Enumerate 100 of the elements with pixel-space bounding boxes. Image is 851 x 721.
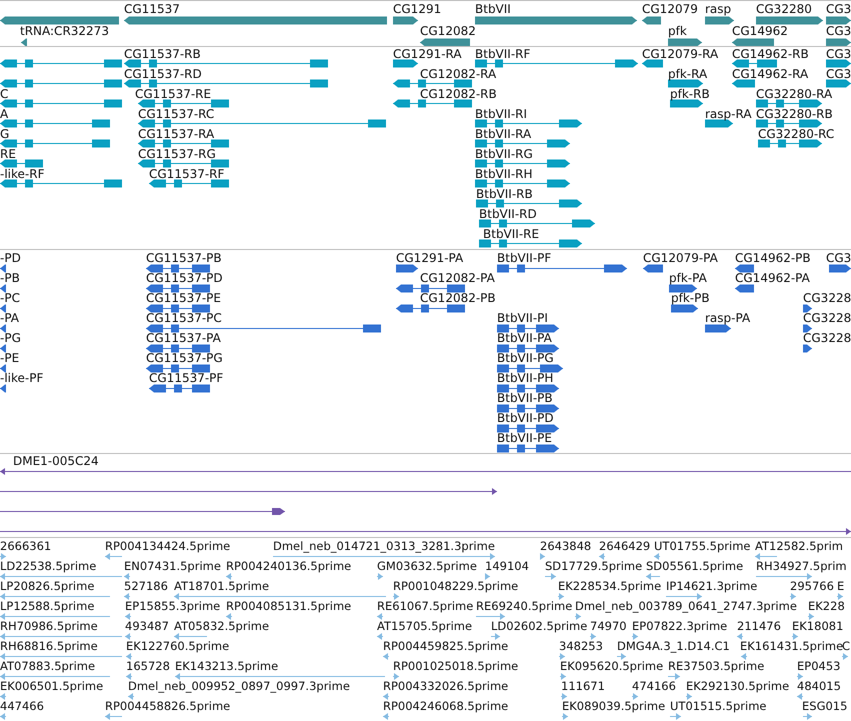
feature-label: tRNA:CR32273 <box>20 24 109 38</box>
feature-label: RE69240.5prime <box>476 599 572 613</box>
feature-label: -PG <box>0 331 21 345</box>
feature-label: CG3 <box>826 47 851 61</box>
feature-label: LP12588.5prime <box>0 599 94 613</box>
feature-label: BtbVII-RH <box>475 167 533 181</box>
feature-label: RE <box>0 147 16 161</box>
feature-label: CG11537-RB <box>124 47 201 61</box>
feature-label: EK292130.5prime <box>686 679 790 693</box>
feature-label: Dmel_neb_014721_0313_3281.3prime <box>273 539 495 553</box>
feature-label: pfk-PB <box>671 291 710 305</box>
feature-label: CG11537-PD <box>146 271 223 285</box>
feature-label: -like-PF <box>0 371 44 385</box>
feature-label: -PA <box>0 311 20 325</box>
feature-label: 211476 <box>737 619 781 633</box>
feature-label: BtbVII-PF <box>497 251 552 265</box>
feature-label: AT12582.5prim <box>755 539 843 553</box>
feature-label: CG3228 <box>803 331 851 345</box>
feature-label: RP004332026.5prime <box>383 679 508 693</box>
feature-label: RE61067.5prime <box>377 599 474 613</box>
feature-label: CG3 <box>826 2 851 16</box>
feature-label: CG14962-PA <box>735 271 810 285</box>
feature-label: CG14962 <box>732 24 788 38</box>
feature-label: EK122760.5prime <box>126 639 230 653</box>
feature-label: DME1-005C24 <box>13 454 99 468</box>
feature-label: EK228534.5prime <box>558 579 662 593</box>
feature-label: 2666361 <box>0 539 52 553</box>
feature-label: 348253 <box>559 639 603 653</box>
feature-label: Dmel_neb_009952_0897_0997.3prime <box>128 679 350 693</box>
feature-label: EK143213.5prime <box>175 659 278 673</box>
feature-label: EN07431.5prime <box>124 559 221 573</box>
feature-label: 111671 <box>561 679 605 693</box>
feature-label: Dmel_neb_003789_0641_2747.3prime <box>575 599 797 613</box>
feature-label: 527186 <box>124 579 168 593</box>
feature-label: 484015 <box>797 679 841 693</box>
feature-label: DMG4A.3_1.D14.C1 <box>617 639 730 653</box>
feature-label: IP14621.3prime <box>666 579 758 593</box>
feature-label: CG12082-RA <box>420 67 496 81</box>
feature-label: 74970 <box>590 619 627 633</box>
feature-label: RP004240136.5prime <box>226 559 352 573</box>
feature-label: RH68816.5prime <box>0 639 98 653</box>
feature-label: CG11537 <box>124 2 180 16</box>
feature-label: CG12082-PA <box>420 271 495 285</box>
feature-label: CG3 <box>826 24 851 38</box>
feature-label: AT07883.5prime <box>0 659 96 673</box>
feature-label: CG12082 <box>420 24 476 38</box>
feature-label: BtbVII <box>475 2 511 16</box>
feature-label: AT18701.5prime <box>174 579 270 593</box>
feature-label: LD22538.5prime <box>0 559 96 573</box>
feature-label: CG32280-RA <box>756 87 832 101</box>
feature-label: SD05561.5prime <box>646 559 744 573</box>
feature-label: CG11537-RC <box>138 107 214 121</box>
feature-label: CG12082-RB <box>420 87 497 101</box>
feature-label: RP001025018.5prime <box>393 659 518 673</box>
feature-label: EK006501.5prime <box>0 679 104 693</box>
feature-label: CG32280 <box>756 2 812 16</box>
feature-label: LP20826.5prime <box>0 579 94 593</box>
feature-label: rasp-RA <box>705 107 752 121</box>
feature-label: CG12079-RA <box>642 47 718 61</box>
feature-label: RP004134424.5prime <box>105 539 230 553</box>
feature-label: CG11537-RD <box>124 67 202 81</box>
feature-label: 165728 <box>126 659 170 673</box>
feature-label: pfk <box>668 24 687 38</box>
feature-label: A <box>0 107 8 121</box>
feature-label: BtbVII-PB <box>497 391 553 405</box>
feature-label: BtbVII-RG <box>475 147 533 161</box>
feature-label: LD02602.5prime <box>491 619 588 633</box>
feature-label: BtbVII-PG <box>497 351 554 365</box>
feature-label: CG32280-RC <box>758 127 834 141</box>
feature-label: BtbVII-PH <box>497 371 554 385</box>
feature-label: BtbVII-RB <box>476 187 533 201</box>
feature-label: 474166 <box>632 679 676 693</box>
feature-label: RH70986.5prime <box>0 619 98 633</box>
feature-label: EK095620.5prime <box>560 659 664 673</box>
feature-label: CG11537-PF <box>149 371 224 385</box>
feature-label: CG12082-PB <box>420 291 496 305</box>
feature-label: CG14962-RA <box>732 67 808 81</box>
feature-label: CG11537-RG <box>138 147 216 161</box>
feature-label: 149104 <box>485 559 529 573</box>
feature-label: RP004085131.5prime <box>226 599 352 613</box>
feature-label: BtbVII-RF <box>475 47 530 61</box>
feature-label: CG12079-PA <box>643 251 718 265</box>
feature-label: EP0453 <box>797 659 840 673</box>
feature-label: BtbVII-RD <box>479 207 537 221</box>
feature-label: SD17729.5prime <box>545 559 642 573</box>
feature-label: CG11537-PC <box>146 311 222 325</box>
feature-label: AT15705.5prime <box>377 619 472 633</box>
feature-label: CG11537-RA <box>138 127 214 141</box>
feature-label: RH34927.5prim <box>756 559 847 573</box>
feature-label: -PB <box>0 271 20 285</box>
feature-label: G <box>0 127 10 141</box>
feature-label: -PE <box>0 351 20 365</box>
feature-label: 447466 <box>0 699 44 713</box>
feature-label: 295766 <box>790 579 834 593</box>
feature-label: C <box>0 87 8 101</box>
feature-label: 2643848 <box>540 539 592 553</box>
feature-label: BtbVII-PE <box>497 431 552 445</box>
feature-label: -PD <box>0 251 21 265</box>
feature-label: 2646429 <box>599 539 650 553</box>
feature-label: pfk-RB <box>670 87 710 101</box>
